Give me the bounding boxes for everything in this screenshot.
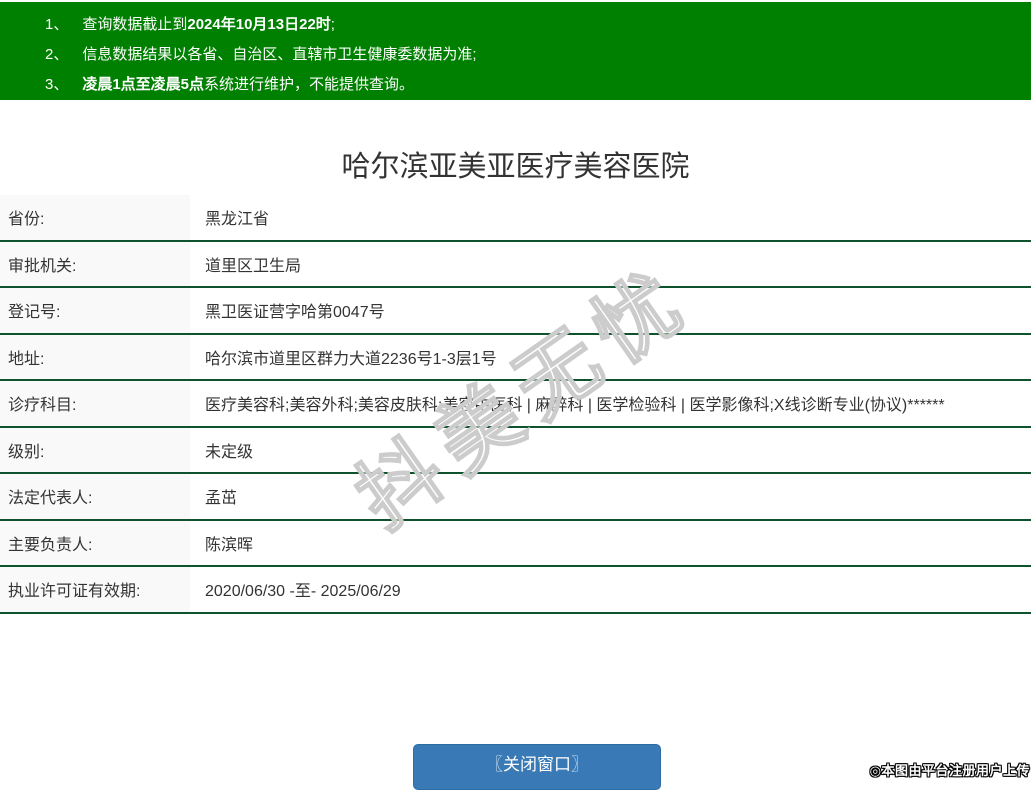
row-label: 登记号: [0,288,190,333]
row-value: 未定级 [205,443,254,461]
table-row: 执业许可证有效期: 2020/06/30 -至- 2025/06/29 [0,567,1031,614]
row-value: 2020/06/30 -至- 2025/06/29 [205,583,401,601]
close-window-button[interactable]: 〖关闭窗口〗 [413,744,661,790]
row-value: 黑卫医证营字哈第0047号 [205,304,385,322]
notice-text-bold: 凌晨1点至凌晨5点 [82,76,205,93]
row-value: 陈滨晖 [205,536,254,554]
row-label: 审批机关: [0,241,190,286]
table-row: 法定代表人: 孟茁 [0,474,1031,521]
row-value: 孟茁 [205,490,238,508]
table-row: 省份: 黑龙江省 [0,195,1031,242]
notice-line-number: 1、 [45,16,69,33]
notice-text: 查询数据截止到 [82,16,188,33]
notice-line: 3、 凌晨1点至凌晨5点系统进行维护，不能提供查询。 [45,70,1021,100]
page: { "notice": { "lines": [ { "num": "1、", … [0,2,1031,790]
footer-note: ◎本图由平台注册用户上传 [869,763,1030,778]
row-label: 省份: [0,195,190,240]
notice-text-bold: 2024年10月13日22时 [187,16,331,33]
notice-text: ; [330,16,335,33]
table-row: 登记号: 黑卫医证营字哈第0047号 [0,288,1031,335]
table-row: 级别: 未定级 [0,427,1031,474]
notice-text: 信息数据结果以各省、自治区、直辖市卫生健康委数据为准; [82,46,477,63]
notice-line: 2、 信息数据结果以各省、自治区、直辖市卫生健康委数据为准; [45,40,1021,70]
table-row: 审批机关: 道里区卫生局 [0,241,1031,288]
table-row: 地址: 哈尔滨市道里区群力大道2236号1-3层1号 [0,334,1031,381]
notice-line-number: 3、 [45,76,69,93]
info-table: 省份: 黑龙江省 审批机关: 道里区卫生局 登记号: 黑卫医证营字哈第0047号… [0,195,1031,614]
notice-banner: 1、 查询数据截止到2024年10月13日22时; 2、 信息数据结果以各省、自治区… [0,2,1031,100]
table-row: 主要负责人: 陈滨晖 [0,520,1031,567]
row-label: 诊疗科目: [0,381,190,426]
row-value: 道里区卫生局 [205,257,302,275]
row-label: 法定代表人: [0,474,190,519]
row-value: 哈尔滨市道里区群力大道2236号1-3层1号 [205,350,497,368]
row-label: 地址: [0,334,190,379]
table-row: 诊疗科目: 医疗美容科;美容外科;美容皮肤科;美容中医科 | 麻醉科 | 医学检… [0,381,1031,428]
row-label: 主要负责人: [0,520,190,565]
notice-line: 1、 查询数据截止到2024年10月13日22时; [45,10,1021,40]
row-label: 级别: [0,427,190,472]
page-title: 哈尔滨亚美亚医疗美容医院 [341,151,690,183]
row-value: 黑龙江省 [205,211,270,229]
notice-text: 系统进行维护，不能提供查询。 [204,76,415,93]
row-value: 医疗美容科;美容外科;美容皮肤科;美容中医科 | 麻醉科 | 医学检验科 | 医… [205,397,945,415]
notice-line-number: 2、 [45,46,69,63]
row-label: 执业许可证有效期: [0,567,190,612]
